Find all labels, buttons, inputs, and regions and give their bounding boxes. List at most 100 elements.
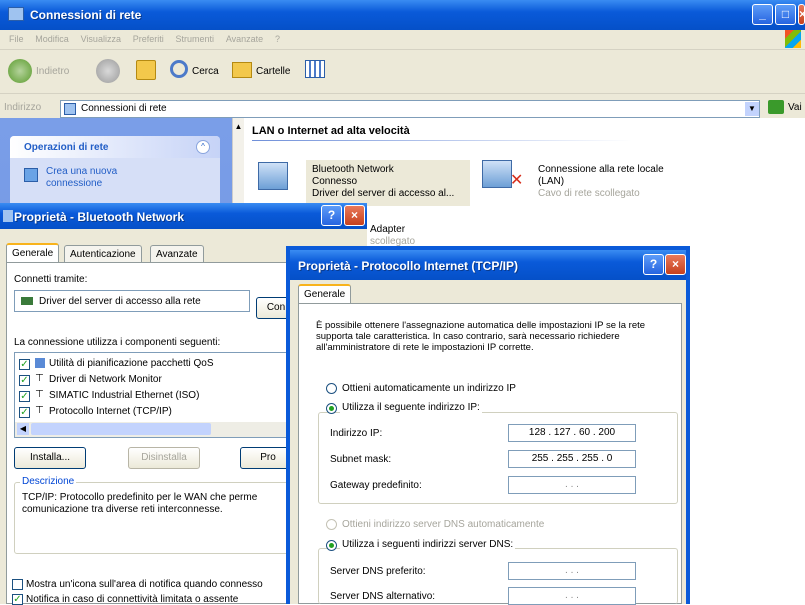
windows-logo-icon	[785, 30, 801, 48]
collapse-icon[interactable]: ^	[196, 140, 210, 154]
bt-help-button[interactable]: ?	[321, 205, 342, 226]
manual-ip-radio[interactable]	[326, 403, 337, 414]
component-checkbox[interactable]: ✓	[19, 391, 30, 402]
horizontal-scrollbar[interactable]: ◀	[15, 422, 295, 437]
address-field[interactable]: Connessioni di rete ▼	[60, 100, 760, 118]
address-value: Connessioni di rete	[81, 103, 167, 114]
notify-checkbox[interactable]: ✓	[12, 594, 23, 605]
tab-general[interactable]: Generale	[6, 243, 60, 263]
adapter-icon	[21, 297, 33, 305]
up-folder-icon[interactable]	[136, 60, 156, 80]
menu-file[interactable]: File	[9, 34, 24, 44]
tcp-intro-text: È possibile ottenere l'assegnazione auto…	[316, 320, 646, 353]
create-connection-link[interactable]: Crea una nuova connessione	[46, 166, 126, 190]
back-arrow-icon[interactable]	[8, 59, 32, 83]
bt-dialog-title-bar[interactable]: Proprietà - Bluetooth Network ? ×	[0, 203, 367, 229]
chevron-down-icon[interactable]: ▼	[745, 102, 759, 116]
manual-dns-radio[interactable]	[326, 540, 337, 551]
description-text: TCP/IP: Protocollo predefinito per le WA…	[22, 492, 258, 515]
preferred-dns-field[interactable]: . . .	[508, 562, 636, 580]
menu-view[interactable]: Visualizza	[81, 34, 121, 44]
folders-button-label[interactable]: Cartelle	[256, 66, 290, 77]
group-title: LAN o Internet ad alta velocità	[252, 125, 410, 137]
bluetooth-connection-status: Connesso	[312, 176, 358, 187]
connect-using-label: Connetti tramite:	[14, 274, 88, 285]
bluetooth-connection-device: Driver del server di accesso al...	[312, 188, 455, 199]
scroll-thumb[interactable]	[31, 423, 211, 435]
menu-bar: File Modifica Visualizza Preferiti Strum…	[0, 30, 805, 50]
component-checkbox[interactable]: ✓	[19, 375, 30, 386]
views-icon[interactable]	[305, 60, 325, 78]
manual-dns-label: Utilizza i seguenti indirizzi server DNS…	[340, 539, 516, 550]
network-connection-icon	[258, 162, 288, 190]
tcp-dialog-title-bar[interactable]: Proprietà - Protocollo Internet (TCP/IP)…	[290, 250, 686, 280]
component-checkbox[interactable]: ✓	[19, 407, 30, 418]
gateway-label: Gateway predefinito:	[330, 480, 422, 491]
folders-icon[interactable]	[232, 62, 252, 78]
menu-help[interactable]: ?	[275, 34, 280, 44]
description-caption: Descrizione	[20, 476, 77, 487]
components-label: La connessione utilizza i componenti seg…	[14, 337, 221, 348]
auto-ip-radio[interactable]	[326, 383, 337, 394]
tab-advanced[interactable]: Avanzate	[150, 245, 204, 263]
scroll-up-icon[interactable]: ▲	[233, 122, 244, 131]
menu-favorites[interactable]: Preferiti	[133, 34, 164, 44]
lan-connection-item[interactable]: ✕ Connessione alla rete locale (LAN) Cav…	[476, 156, 716, 206]
main-title-bar[interactable]: Connessioni di rete _ □ ×	[0, 0, 805, 30]
component-checkbox[interactable]: ✓	[19, 359, 30, 370]
component-label: Protocollo Internet (TCP/IP)	[49, 406, 172, 417]
group-divider	[252, 140, 632, 141]
search-icon[interactable]	[170, 60, 188, 78]
minimize-button[interactable]: _	[752, 4, 773, 25]
toolbar: Indietro Cerca Cartelle	[0, 50, 805, 94]
lan-connection-name: Connessione alla rete locale (LAN)	[538, 164, 664, 187]
menu-edit[interactable]: Modifica	[35, 34, 69, 44]
auto-ip-label: Ottieni automaticamente un indirizzo IP	[342, 383, 516, 394]
go-label[interactable]: Vai	[788, 102, 802, 113]
tcp-close-button[interactable]: ×	[665, 254, 686, 275]
preferred-dns-label: Server DNS preferito:	[330, 566, 426, 577]
new-connection-icon	[24, 168, 38, 182]
tab-authentication[interactable]: Autenticazione	[64, 245, 142, 263]
maximize-button[interactable]: □	[775, 4, 796, 25]
install-button[interactable]: Installa...	[14, 447, 86, 469]
main-window-title: Connessioni di rete	[30, 8, 142, 22]
auto-dns-radio	[326, 519, 337, 530]
scroll-left-icon[interactable]: ◀	[17, 423, 29, 435]
subnet-mask-field[interactable]: 255 . 255 . 255 . 0	[508, 450, 636, 468]
dialog-icon	[3, 210, 13, 222]
bluetooth-connection-item[interactable]: Bluetooth Network Connesso Driver del se…	[250, 156, 470, 206]
subnet-mask-label: Subnet mask:	[330, 454, 392, 465]
network-icon: ⊤	[35, 373, 44, 384]
auto-dns-label: Ottieni indirizzo server DNS automaticam…	[342, 519, 545, 530]
network-tasks-header[interactable]: Operazioni di rete ^	[10, 136, 220, 158]
network-icon: ⊤	[35, 405, 44, 416]
show-icon-checkbox[interactable]	[12, 579, 23, 590]
address-label: Indirizzo	[4, 102, 42, 113]
menu-advanced[interactable]: Avanzate	[226, 34, 263, 44]
notify-label: Notifica in caso di connettività limitat…	[26, 594, 239, 605]
search-button-label[interactable]: Cerca	[192, 66, 219, 77]
ip-address-label: Indirizzo IP:	[330, 428, 383, 439]
components-list[interactable]: ✓ Utilità di pianificazione pacchetti Qo…	[14, 352, 296, 438]
gateway-field[interactable]: . . .	[508, 476, 636, 494]
bluetooth-connection-name: Bluetooth Network	[312, 164, 394, 175]
menu-tools[interactable]: Strumenti	[176, 34, 215, 44]
tcp-help-button[interactable]: ?	[643, 254, 664, 275]
network-connections-icon	[8, 7, 24, 21]
tab-general[interactable]: Generale	[298, 284, 352, 304]
adapter-field: Driver del server di accesso alla rete	[14, 290, 250, 312]
main-close-button[interactable]: ×	[798, 4, 805, 25]
network-connection-icon	[482, 160, 512, 188]
tcp-dialog-title: Proprietà - Protocollo Internet (TCP/IP)	[298, 259, 519, 273]
alternate-dns-field[interactable]: . . .	[508, 587, 636, 605]
manual-ip-label: Utilizza il seguente indirizzo IP:	[340, 402, 482, 413]
qos-icon	[35, 358, 45, 368]
ip-address-field[interactable]: 128 . 127 . 60 . 200	[508, 424, 636, 442]
network-connections-icon	[64, 103, 76, 115]
bt-close-button[interactable]: ×	[344, 205, 365, 226]
back-button-label[interactable]: Indietro	[36, 66, 69, 77]
forward-arrow-icon[interactable]	[96, 59, 120, 83]
go-arrow-icon[interactable]	[768, 100, 784, 114]
component-label: SIMATIC Industrial Ethernet (ISO)	[49, 390, 200, 401]
